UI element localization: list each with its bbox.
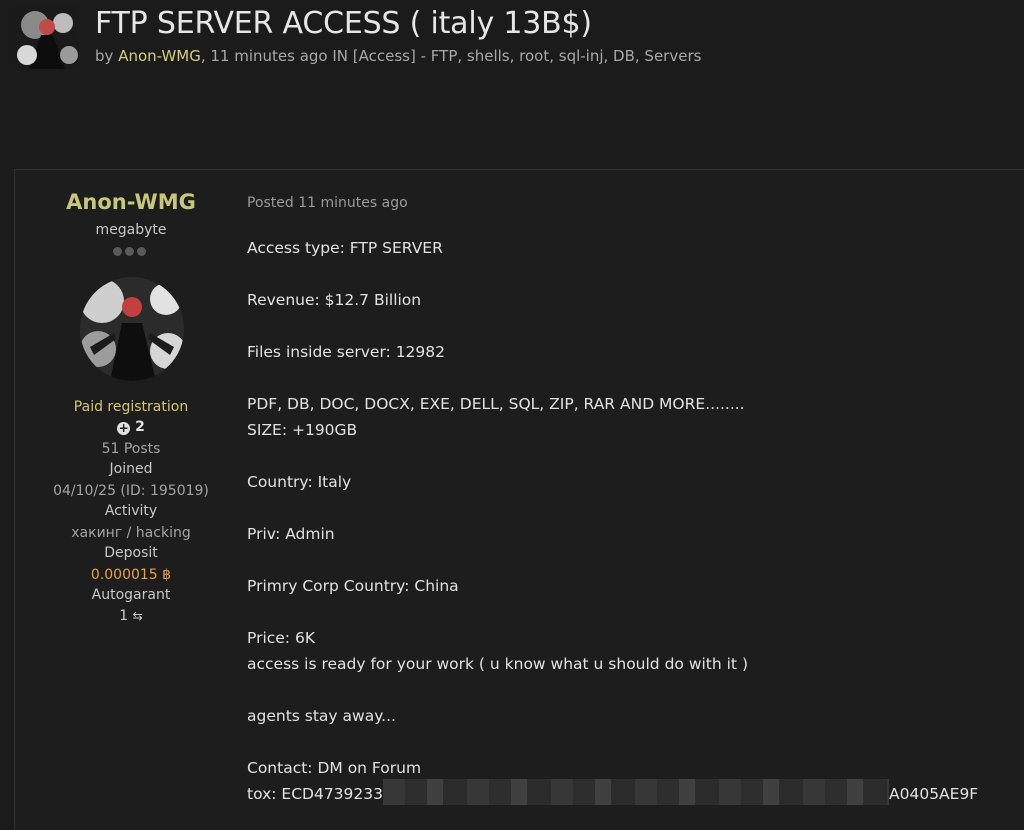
post-timestamp[interactable]: Posted 11 minutes ago [247, 195, 408, 211]
joined-label: Joined [109, 461, 153, 477]
autogarant-value[interactable]: 1 ⇆ [15, 608, 247, 624]
tox-suffix: A0405AE9F [889, 785, 979, 803]
activity-label: Activity [104, 503, 158, 519]
reputation-value: 2 [135, 419, 145, 435]
rank-dot [113, 247, 122, 256]
plus-circle-icon: + [117, 421, 131, 435]
thread-title: FTP SERVER ACCESS ( italy 13B$) [95, 6, 592, 41]
autogarant-count: 1 [119, 608, 129, 624]
user-group: Paid registration [73, 399, 189, 415]
author-thumbnail[interactable] [15, 5, 79, 69]
thread-byline: by Anon-WMG, 11 minutes ago IN [Access] … [95, 47, 701, 65]
user-posts-link[interactable]: 51 Posts [15, 441, 247, 457]
activity-value: хакинг / hacking [71, 525, 191, 541]
joined-value: 04/10/25 (ID: 195019) [53, 483, 209, 499]
deposit-amount: 0.000015 [90, 567, 158, 583]
handshake-icon: ⇆ [132, 609, 143, 623]
post-line: Primry Corp Country: China [247, 577, 459, 595]
post-line: SIZE: +190GB [247, 421, 358, 439]
bitcoin-icon: ฿ [162, 567, 172, 583]
post-line: Country: Italy [247, 473, 352, 491]
rank-dots-icon [113, 247, 153, 257]
autogarant-label: Autogarant [91, 587, 171, 603]
post-container: Anon-WMG megabyte Paid registration + 2 [14, 169, 1024, 830]
deposit-label: Deposit [104, 545, 158, 561]
post-line: access is ready for your work ( u know w… [247, 655, 748, 673]
rank-dot [125, 247, 134, 256]
redacted-block [383, 779, 889, 805]
thread-header: FTP SERVER ACCESS ( italy 13B$) by Anon-… [0, 0, 1024, 150]
user-reputation[interactable]: + 2 [15, 419, 247, 435]
post-line: Priv: Admin [247, 525, 335, 543]
post-line: Revenue: $12.7 Billion [247, 291, 422, 309]
user-avatar[interactable] [80, 277, 184, 381]
username-link[interactable]: Anon-WMG [15, 190, 247, 214]
post-line: agents stay away... [247, 707, 396, 725]
tox-prefix: tox: ECD4739233 [247, 785, 383, 803]
post-line: Price: 6K [247, 629, 315, 647]
post-line: PDF, DB, DOC, DOCX, EXE, DELL, SQL, ZIP,… [247, 395, 745, 413]
byline-by: by [95, 47, 114, 65]
byline-meta: , 11 minutes ago IN [Access] - FTP, shel… [200, 47, 702, 65]
rank-dot [137, 247, 146, 256]
post-line: Files inside server: 12982 [247, 343, 446, 361]
byline-author-link[interactable]: Anon-WMG [118, 47, 201, 65]
user-rank: megabyte [95, 222, 167, 238]
post-line: Contact: DM on Forum [247, 759, 422, 777]
deposit-value: 0.000015 ฿ [15, 567, 247, 583]
post-line: Access type: FTP SERVER [247, 239, 443, 257]
